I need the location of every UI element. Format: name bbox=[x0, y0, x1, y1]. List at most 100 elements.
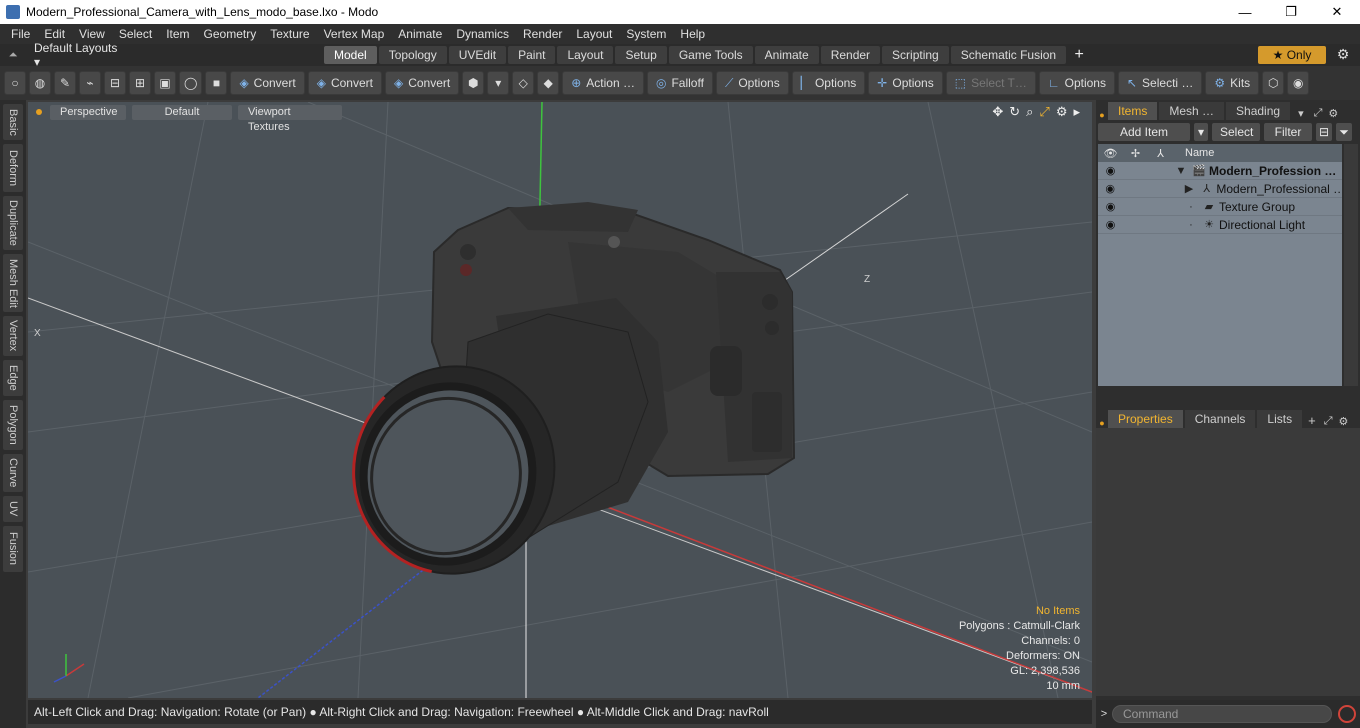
eye-icon[interactable]: ◉ bbox=[1098, 218, 1123, 231]
expand-arrow-icon[interactable]: ▼ bbox=[1173, 165, 1189, 177]
tab-topology[interactable]: Topology bbox=[378, 46, 447, 64]
3d-viewport[interactable]: X Z Perspective Default Viewport Texture… bbox=[28, 102, 1092, 698]
add-item-button[interactable]: Add Item bbox=[1098, 123, 1190, 141]
unity-icon[interactable]: ⬡ bbox=[1262, 71, 1285, 95]
only-button[interactable]: ★ Only bbox=[1258, 46, 1326, 64]
tab-fusion[interactable]: Fusion bbox=[3, 526, 23, 572]
tab-lists[interactable]: Lists bbox=[1257, 410, 1303, 428]
tab-curve[interactable]: Curve bbox=[3, 454, 23, 492]
layout-collapse-icon[interactable]: ⏶ bbox=[0, 49, 26, 62]
tab-basic[interactable]: Basic bbox=[3, 104, 23, 140]
menu-texture[interactable]: Texture bbox=[263, 24, 316, 44]
tree-row-directional-light[interactable]: ◉ · ☀ Directional Light bbox=[1098, 216, 1342, 234]
shading-dropdown[interactable]: Default bbox=[132, 104, 232, 120]
pan-icon[interactable]: ✥ bbox=[992, 104, 1003, 120]
expand-panel-icon[interactable]: ⤢ bbox=[1320, 415, 1337, 428]
brush-icon[interactable]: ⌁ bbox=[79, 71, 101, 95]
tab-polygon[interactable]: Polygon bbox=[3, 400, 23, 450]
tab-schematic-fusion[interactable]: Schematic Fusion bbox=[950, 46, 1067, 64]
cube-icon[interactable]: ■ bbox=[205, 71, 228, 95]
add-tab-button[interactable]: + bbox=[1304, 413, 1320, 428]
tab-items[interactable]: Items bbox=[1108, 102, 1158, 120]
tab-uv[interactable]: UV bbox=[3, 496, 23, 522]
menu-geometry[interactable]: Geometry bbox=[197, 24, 264, 44]
tab-setup[interactable]: Setup bbox=[615, 46, 667, 64]
options-button-3[interactable]: ✛ Options bbox=[868, 71, 943, 95]
zoom-icon[interactable]: ⌕ bbox=[1026, 104, 1033, 120]
tab-deform[interactable]: Deform bbox=[3, 144, 23, 192]
tab-shading[interactable]: Shading bbox=[1226, 102, 1291, 120]
tab-layout[interactable]: Layout bbox=[557, 46, 614, 64]
viewport-settings-icon[interactable]: ⚙ bbox=[1056, 104, 1068, 120]
edge-mode-icon[interactable]: ⊟ bbox=[104, 71, 126, 95]
minimize-button[interactable]: — bbox=[1222, 0, 1268, 24]
convert-button-3[interactable]: ◈ Convert bbox=[384, 71, 460, 95]
eye-icon[interactable]: ◉ bbox=[1098, 200, 1123, 213]
fit-icon[interactable]: ⤢ bbox=[1039, 104, 1049, 120]
convert-button-2[interactable]: ◈ Convert bbox=[307, 71, 382, 95]
tree-row-mesh[interactable]: ◉ ▶ ⅄ Modern_Professional … bbox=[1098, 180, 1342, 198]
globe-icon[interactable]: ◍ bbox=[29, 71, 51, 95]
tab-vertex[interactable]: Vertex bbox=[3, 316, 23, 356]
add-tab-button[interactable]: + bbox=[1068, 46, 1090, 64]
tab-paint[interactable]: Paint bbox=[508, 46, 556, 64]
tab-channels[interactable]: Channels bbox=[1184, 410, 1256, 428]
expand-panel-icon[interactable]: ⤢ bbox=[1310, 107, 1327, 120]
polygon-mode-icon[interactable]: ⊞ bbox=[129, 71, 151, 95]
menu-dynamics[interactable]: Dynamics bbox=[449, 24, 516, 44]
pen-icon[interactable]: ✎ bbox=[54, 71, 76, 95]
select-through-button[interactable]: ⬚ Select T… bbox=[945, 71, 1036, 95]
action-center-button[interactable]: ⊕ Action … bbox=[562, 71, 644, 95]
menu-system[interactable]: System bbox=[619, 24, 673, 44]
default-layouts-dropdown[interactable]: Default Layouts ▾ bbox=[26, 41, 126, 69]
unreal-icon[interactable]: ◉ bbox=[1287, 71, 1310, 95]
material-mode-icon[interactable]: ▣ bbox=[154, 71, 176, 95]
menu-layout[interactable]: Layout bbox=[569, 24, 619, 44]
options-button-4[interactable]: ∟ Options bbox=[1038, 71, 1115, 95]
menu-item[interactable]: Item bbox=[159, 24, 196, 44]
rotate-icon[interactable]: ↻ bbox=[1009, 104, 1020, 120]
command-history-icon[interactable]: > bbox=[1096, 708, 1112, 720]
tab-uvedit[interactable]: UVEdit bbox=[448, 46, 507, 64]
panel-settings-icon[interactable]: ⚙ bbox=[1337, 415, 1351, 428]
menu-vertex-map[interactable]: Vertex Map bbox=[317, 24, 392, 44]
mesh-cube-icon[interactable]: ⬢ bbox=[462, 71, 485, 95]
menu-help[interactable]: Help bbox=[673, 24, 712, 44]
tab-mesh-edit[interactable]: Mesh Edit bbox=[3, 254, 23, 312]
menu-render[interactable]: Render bbox=[516, 24, 569, 44]
name-column-header[interactable]: Name bbox=[1173, 147, 1214, 159]
options-button-2[interactable]: ▏ Options bbox=[791, 71, 866, 95]
viewport-textures-dropdown[interactable]: Viewport Textures bbox=[238, 104, 342, 133]
close-button[interactable]: ✕ bbox=[1314, 0, 1360, 24]
falloff-button[interactable]: ◎ Falloff bbox=[646, 71, 713, 95]
tab-edge[interactable]: Edge bbox=[3, 360, 23, 396]
tab-mesh[interactable]: Mesh … bbox=[1159, 102, 1225, 120]
funnel-icon[interactable]: ⏷ bbox=[1336, 123, 1352, 141]
tab-render[interactable]: Render bbox=[820, 46, 881, 64]
panel-settings-icon[interactable]: ⚙ bbox=[1326, 107, 1340, 120]
stop-record-icon[interactable] bbox=[1338, 705, 1356, 723]
tree-row-scene[interactable]: ◉ ▼ 🎬 Modern_Profession … bbox=[1098, 162, 1342, 180]
collapse-icon[interactable]: ⊟ bbox=[1316, 123, 1332, 141]
workplane-icon[interactable]: ◆ bbox=[537, 71, 560, 95]
chevron-down-icon[interactable]: ▾ bbox=[1292, 107, 1310, 120]
filter-button[interactable]: Filter bbox=[1264, 123, 1312, 141]
select-button[interactable]: Select bbox=[1212, 123, 1260, 141]
tab-scripting[interactable]: Scripting bbox=[882, 46, 949, 64]
circle-icon[interactable]: ◯ bbox=[179, 71, 203, 95]
tab-model[interactable]: Model bbox=[324, 46, 377, 64]
tab-properties[interactable]: Properties bbox=[1108, 410, 1183, 428]
tab-duplicate[interactable]: Duplicate bbox=[3, 196, 23, 250]
kits-button[interactable]: ⚙ Kits bbox=[1205, 71, 1260, 95]
item-list-scrollbar[interactable] bbox=[1344, 144, 1358, 386]
symmetry-icon[interactable]: ◇ bbox=[512, 71, 535, 95]
tab-animate[interactable]: Animate bbox=[754, 46, 819, 64]
menu-animate[interactable]: Animate bbox=[391, 24, 449, 44]
locator-column-icon[interactable]: ⅄ bbox=[1148, 147, 1173, 160]
tab-game-tools[interactable]: Game Tools bbox=[668, 46, 753, 64]
gear-icon[interactable]: ⚙ bbox=[1332, 46, 1354, 64]
maximize-button[interactable]: ❐ bbox=[1268, 0, 1314, 24]
eye-icon[interactable]: ◉ bbox=[1098, 182, 1122, 195]
options-button-1[interactable]: ⟋ Options bbox=[715, 71, 789, 95]
add-item-dropdown-icon[interactable]: ▾ bbox=[1194, 123, 1208, 141]
